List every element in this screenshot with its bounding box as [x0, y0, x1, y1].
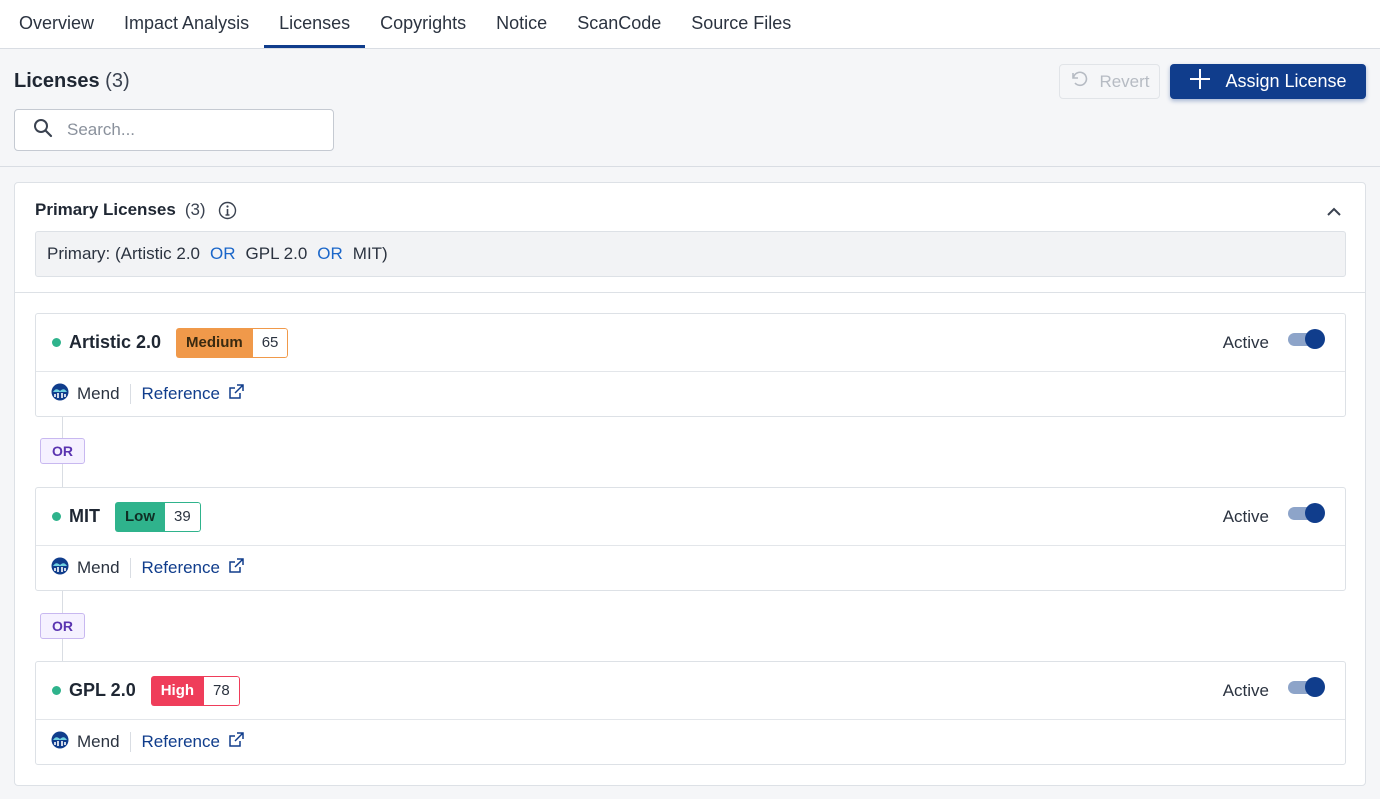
tab-scancode[interactable]: ScanCode — [562, 0, 676, 47]
revert-button[interactable]: Revert — [1059, 64, 1160, 99]
risk-score: 65 — [252, 327, 289, 358]
search-icon — [33, 118, 53, 143]
license-header: GPL 2.0 High 78 — [36, 662, 1345, 720]
source-name: Mend — [77, 384, 120, 403]
tab-licenses[interactable]: Licenses — [264, 0, 366, 48]
chevron-up-icon[interactable] — [1325, 203, 1343, 221]
source-name: Mend — [77, 732, 120, 751]
license-card-gpl: GPL 2.0 High 78 Active Mend Reference — [35, 661, 1346, 765]
divider — [129, 732, 131, 752]
assign-license-button[interactable]: Assign License — [1170, 64, 1366, 99]
tab-copyrights[interactable]: Copyrights — [365, 0, 481, 47]
active-toggle[interactable] — [1288, 503, 1325, 523]
risk-level: Medium — [176, 327, 253, 358]
risk-badge: Medium 65 — [176, 327, 289, 358]
status-dot — [52, 686, 61, 695]
license-status: Active — [1222, 333, 1269, 352]
tab-overview[interactable]: Overview — [4, 0, 109, 47]
expression-operator: OR — [317, 244, 343, 263]
search-box[interactable] — [14, 109, 334, 151]
divider — [129, 384, 131, 404]
tab-source-files[interactable]: Source Files — [676, 0, 806, 47]
primary-licenses-count: (3) — [184, 200, 206, 219]
external-link-icon — [228, 731, 244, 753]
license-expression: Primary: (Artistic 2.0 OR GPL 2.0 OR MIT… — [35, 231, 1346, 277]
expression-operator: OR — [210, 244, 236, 263]
reference-label: Reference — [141, 732, 220, 751]
reference-label: Reference — [141, 384, 220, 403]
divider — [129, 558, 131, 578]
tab-notice[interactable]: Notice — [481, 0, 562, 47]
status-dot — [52, 512, 61, 521]
license-status: Active — [1222, 507, 1269, 526]
risk-level: High — [150, 675, 205, 706]
reference-link[interactable]: Reference — [141, 383, 244, 405]
primary-licenses-title: Primary Licenses (3) — [35, 200, 237, 220]
revert-label: Revert — [1099, 71, 1150, 91]
license-header: MIT Low 39 — [36, 488, 1345, 546]
page-title: Licenses (3) — [14, 70, 130, 93]
risk-badge: High 78 — [150, 675, 240, 706]
license-name: Artistic 2.0 — [69, 332, 162, 352]
mend-logo-icon — [51, 557, 69, 580]
or-operator-badge: OR — [40, 613, 85, 639]
external-link-icon — [228, 383, 244, 405]
license-name: GPL 2.0 — [69, 680, 136, 700]
license-footer: Mend Reference — [36, 546, 1345, 590]
license-name: MIT — [69, 506, 100, 526]
undo-icon — [1069, 69, 1089, 94]
page-title-text: Licenses — [14, 70, 100, 92]
tab-bar: Overview Impact Analysis Licenses Copyri… — [0, 0, 1380, 49]
card-divider — [15, 292, 1365, 293]
active-toggle[interactable] — [1288, 677, 1325, 697]
header-divider — [0, 166, 1380, 167]
risk-badge: Low 39 — [115, 501, 201, 532]
search-input[interactable] — [67, 120, 307, 140]
reference-link[interactable]: Reference — [141, 557, 244, 579]
mend-logo-icon — [51, 731, 69, 754]
tab-impact-analysis[interactable]: Impact Analysis — [109, 0, 264, 47]
expression-suffix: MIT) — [352, 244, 388, 263]
license-footer: Mend Reference — [36, 372, 1345, 416]
source-name: Mend — [77, 558, 120, 577]
expression-prefix: Primary: (Artistic 2.0 — [47, 244, 201, 263]
or-operator-badge: OR — [40, 438, 85, 464]
info-icon[interactable] — [218, 201, 237, 220]
page-title-count: (3) — [105, 70, 130, 92]
plus-icon — [1189, 68, 1211, 95]
reference-link[interactable]: Reference — [141, 731, 244, 753]
active-toggle[interactable] — [1288, 329, 1325, 349]
mend-logo-icon — [51, 383, 69, 406]
external-link-icon — [228, 557, 244, 579]
expression-middle: GPL 2.0 — [245, 244, 308, 263]
primary-licenses-card: Primary Licenses (3) Primary: (Artistic … — [14, 182, 1366, 786]
license-header: Artistic 2.0 Medium 65 — [36, 314, 1345, 372]
status-dot — [52, 338, 61, 347]
license-card-artistic: Artistic 2.0 Medium 65 Active Mend Refer… — [35, 313, 1346, 417]
reference-label: Reference — [141, 558, 220, 577]
license-footer: Mend Reference — [36, 720, 1345, 764]
license-status: Active — [1222, 681, 1269, 700]
risk-score: 39 — [165, 501, 201, 532]
license-card-mit: MIT Low 39 Active Mend Reference — [35, 487, 1346, 591]
risk-score: 78 — [204, 675, 240, 706]
primary-licenses-title-text: Primary Licenses — [35, 200, 176, 219]
assign-license-label: Assign License — [1225, 71, 1347, 91]
risk-level: Low — [115, 501, 165, 532]
